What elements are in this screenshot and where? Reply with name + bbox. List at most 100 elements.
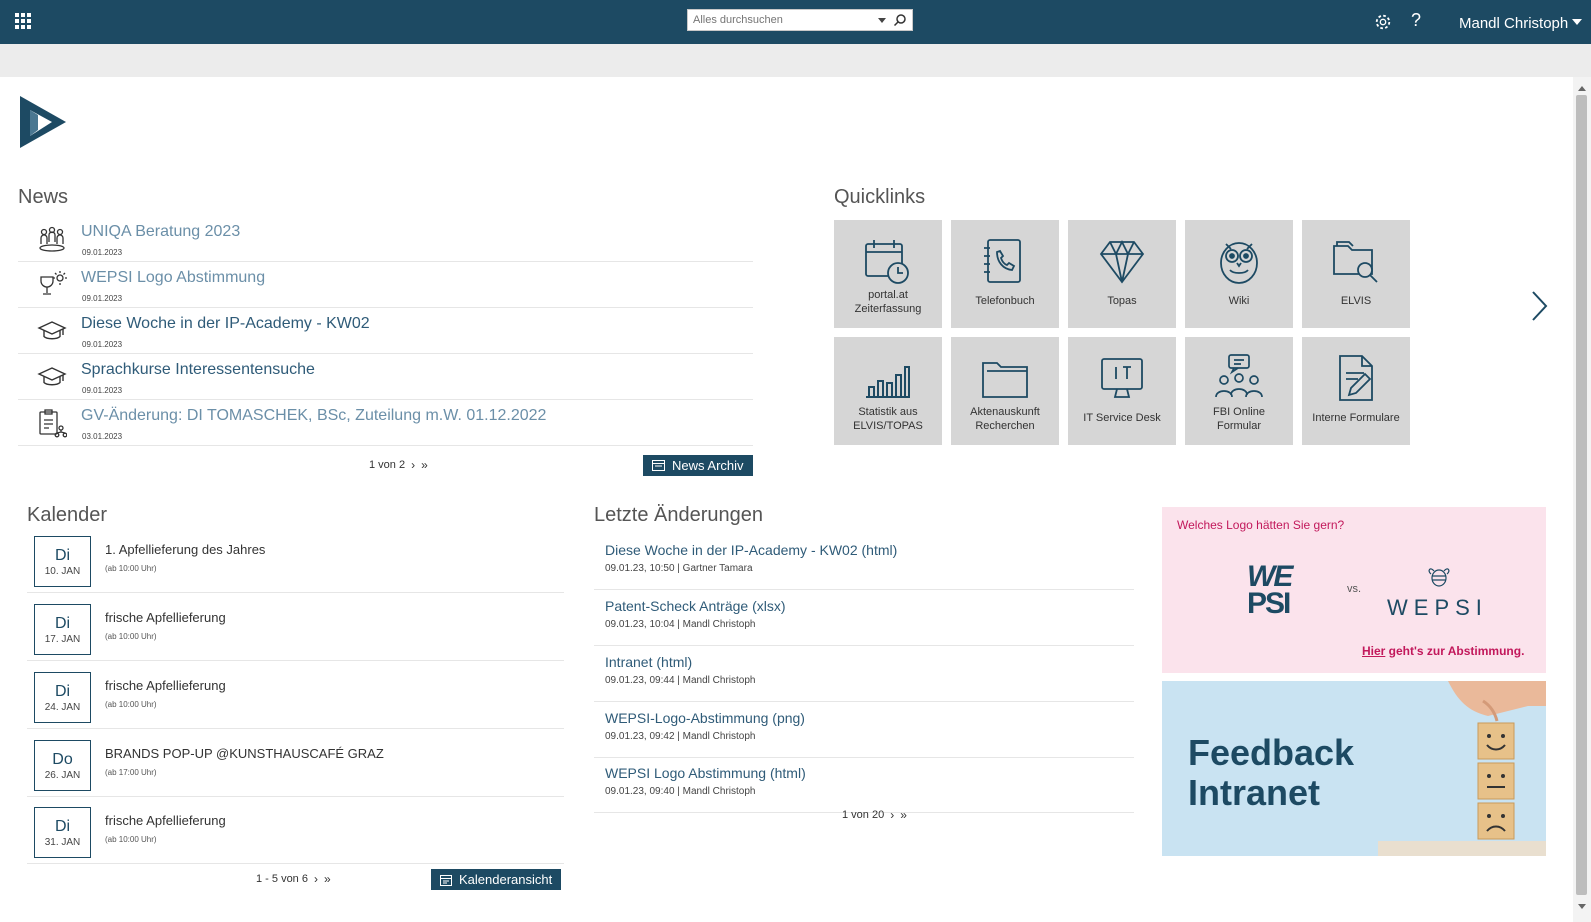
changes-heading: Letzte Änderungen	[594, 504, 764, 526]
news-title[interactable]: WEPSI Logo Abstimmung	[81, 269, 265, 287]
calendar-icon	[440, 874, 452, 886]
change-title[interactable]: Patent-Scheck Anträge (xlsx)	[605, 598, 786, 614]
scroll-up-icon[interactable]	[1578, 86, 1586, 91]
quicklink-wiki[interactable]: Wiki	[1185, 220, 1293, 328]
quicklink-aktenauskunft[interactable]: Aktenauskunft Recherchen	[951, 337, 1059, 445]
search-input[interactable]	[688, 11, 868, 29]
news-title[interactable]: GV-Änderung: DI TOMASCHEK, BSc, Zuteilun…	[81, 407, 546, 425]
tile-label: ELVIS/TOPAS	[853, 420, 923, 432]
wepsi-logo-option-a: WE PSI	[1247, 560, 1293, 619]
idea-trophy-icon	[40, 271, 67, 295]
calendar-event[interactable]: Di 10. JAN 1. Apfellieferung des Jahres …	[27, 526, 564, 593]
company-logo[interactable]	[18, 94, 68, 150]
search-icon[interactable]	[893, 13, 907, 27]
logo-vote-banner[interactable]: Welches Logo hätten Sie gern? WE PSI vs.…	[1162, 507, 1546, 673]
quicklink-elvis[interactable]: ELVIS	[1302, 220, 1410, 328]
calendar-event[interactable]: Di 24. JAN frische Apfellieferung (ab 10…	[27, 662, 564, 729]
news-title[interactable]: UNIQA Beratung 2023	[81, 223, 240, 241]
calendar-event[interactable]: Di 17. JAN frische Apfellieferung (ab 10…	[27, 594, 564, 661]
bee-icon	[1428, 568, 1450, 587]
app-launcher-icon[interactable]	[15, 13, 31, 29]
quicklink-topas[interactable]: Topas	[1068, 220, 1176, 328]
quicklink-fbi-online[interactable]: FBI Online Formular	[1185, 337, 1293, 445]
vote-link-word[interactable]: Hier	[1362, 644, 1385, 658]
news-item[interactable]: WEPSI Logo Abstimmung 09.01.2023	[18, 262, 753, 308]
tile-label: Statistik aus	[858, 406, 918, 418]
news-pager-label: 1 von 2	[369, 459, 406, 471]
quicklink-zeiterfassung[interactable]: portal.at Zeiterfassung	[834, 220, 942, 328]
change-item[interactable]: WEPSI Logo Abstimmung (html) 09.01.23, 0…	[594, 757, 1134, 813]
news-item[interactable]: Sprachkurse Interessentensuche 09.01.202…	[18, 354, 753, 400]
vote-link[interactable]: Hier geht's zur Abstimmung.	[1362, 644, 1524, 658]
event-title[interactable]: 1. Apfellieferung des Jahres	[105, 542, 265, 557]
quicklink-it-service-desk[interactable]: IT Service Desk	[1068, 337, 1176, 445]
gear-icon[interactable]	[1374, 13, 1392, 31]
document-edit-icon	[1339, 355, 1373, 401]
change-title[interactable]: Diese Woche in der IP-Academy - KW02 (ht…	[605, 542, 897, 558]
change-item[interactable]: WEPSI-Logo-Abstimmung (png) 09.01.23, 09…	[594, 702, 1134, 758]
tile-label: Wiki	[1228, 295, 1250, 307]
last-page-icon[interactable]: »	[421, 458, 428, 472]
change-meta: 09.01.23, 09:40 | Mandl Christoph	[605, 786, 756, 797]
event-title[interactable]: BRANDS POP-UP @KUNSTHAUSCAFÉ GRAZ	[105, 746, 384, 761]
news-item[interactable]: GV-Änderung: DI TOMASCHEK, BSc, Zuteilun…	[18, 400, 753, 446]
top-navigation-bar: ? Mandl Christoph	[0, 0, 1591, 44]
news-title[interactable]: Sprachkurse Interessentensuche	[81, 361, 315, 379]
calendar-event[interactable]: Do 26. JAN BRANDS POP-UP @KUNSTHAUSCAFÉ …	[27, 730, 564, 797]
scroll-thumb[interactable]	[1576, 95, 1587, 895]
feedback-line-1: Feedback	[1188, 732, 1355, 773]
news-archive-button[interactable]: News Archiv	[643, 455, 753, 476]
last-page-icon[interactable]: »	[324, 872, 331, 886]
news-item[interactable]: Diese Woche in der IP-Academy - KW02 09.…	[18, 308, 753, 354]
calendar-event[interactable]: Di 31. JAN frische Apfellieferung (ab 10…	[27, 797, 564, 864]
kalenderansicht-button[interactable]: Kalenderansicht	[431, 869, 562, 890]
kalenderansicht-label: Kalenderansicht	[459, 872, 553, 887]
event-title[interactable]: frische Apfellieferung	[105, 813, 226, 828]
logo-a-top: WE	[1247, 560, 1293, 593]
event-time: (ab 10:00 Uhr)	[105, 632, 157, 641]
kalender-pager-label: 1 - 5 von 6	[256, 873, 308, 885]
news-date: 09.01.2023	[82, 294, 123, 303]
tile-label: IT Service Desk	[1083, 412, 1161, 424]
last-page-icon[interactable]: »	[900, 808, 907, 822]
help-icon[interactable]: ?	[1411, 10, 1421, 31]
banner-question: Welches Logo hätten Sie gern?	[1177, 518, 1345, 532]
chevron-down-icon[interactable]	[1572, 19, 1582, 25]
change-title[interactable]: WEPSI Logo Abstimmung (html)	[605, 765, 806, 781]
people-chat-icon	[1215, 354, 1263, 398]
change-item[interactable]: Patent-Scheck Anträge (xlsx) 09.01.23, 1…	[594, 590, 1134, 646]
change-item[interactable]: Intranet (html) 09.01.23, 09:44 | Mandl …	[594, 646, 1134, 702]
vertical-scrollbar[interactable]	[1573, 77, 1591, 922]
event-weekday: Di	[54, 615, 71, 632]
event-title[interactable]: frische Apfellieferung	[105, 678, 226, 693]
event-title[interactable]: frische Apfellieferung	[105, 610, 226, 625]
archive-icon	[652, 460, 665, 471]
search-scope-dropdown-icon[interactable]	[878, 18, 886, 23]
quicklink-statistik[interactable]: Statistik aus ELVIS/TOPAS	[834, 337, 942, 445]
date-box: Di 31. JAN	[34, 807, 91, 858]
news-date: 09.01.2023	[82, 386, 123, 395]
news-title[interactable]: Diese Woche in der IP-Academy - KW02	[81, 315, 370, 333]
change-title[interactable]: WEPSI-Logo-Abstimmung (png)	[605, 710, 805, 726]
quicklink-telefonbuch[interactable]: Telefonbuch	[951, 220, 1059, 328]
change-title[interactable]: Intranet (html)	[605, 654, 692, 670]
tile-label: Telefonbuch	[975, 295, 1035, 307]
feedback-line-2: Intranet	[1188, 772, 1321, 813]
news-date: 09.01.2023	[82, 340, 123, 349]
next-page-icon[interactable]: ›	[890, 808, 894, 822]
next-page-icon[interactable]: ›	[314, 872, 318, 886]
graduation-cap-icon	[37, 367, 67, 386]
scroll-down-icon[interactable]	[1578, 904, 1586, 909]
quicklink-interne-formulare[interactable]: Interne Formulare	[1302, 337, 1410, 445]
feedback-intranet-banner[interactable]: Feedback Intranet	[1162, 681, 1546, 856]
owl-icon	[1220, 242, 1258, 284]
news-item[interactable]: UNIQA Beratung 2023 09.01.2023	[18, 216, 753, 262]
event-date: 10. JAN	[44, 566, 81, 577]
news-pager: 1 von 2 › »	[369, 458, 428, 472]
next-page-icon[interactable]: ›	[411, 458, 415, 472]
change-item[interactable]: Diese Woche in der IP-Academy - KW02 (ht…	[594, 534, 1134, 590]
chevron-right-icon[interactable]	[1529, 290, 1549, 322]
user-name[interactable]: Mandl Christoph	[1459, 15, 1568, 32]
news-heading: News	[18, 186, 69, 208]
wepsi-logo-option-b: WEPSI	[1387, 595, 1488, 620]
